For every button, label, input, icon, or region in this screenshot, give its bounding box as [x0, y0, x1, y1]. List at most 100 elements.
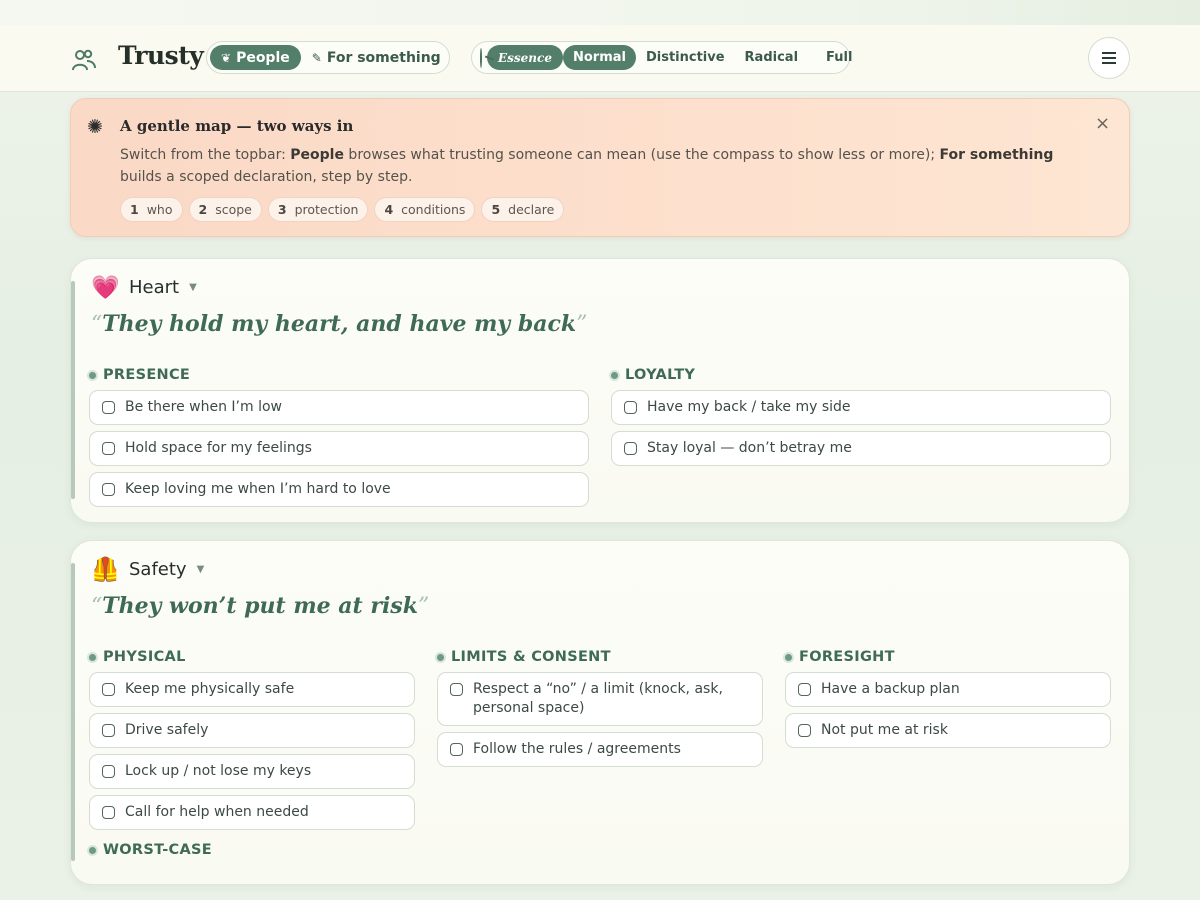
group-label-text: PHYSICAL [103, 649, 186, 665]
option-item[interactable]: Be there when I’m low [89, 390, 589, 425]
topbar: Trusty ❦ People ✎ For something Essence … [0, 25, 1200, 92]
option-item[interactable]: Follow the rules / agreements [437, 732, 763, 767]
level-full-button[interactable]: Full [816, 45, 862, 70]
banner-text-part: browses what trusting someone can mean (… [343, 147, 940, 163]
option-item[interactable]: Lock up / not lose my keys [89, 754, 415, 789]
sparkle-icon: ✺ [87, 116, 103, 138]
checkbox[interactable] [624, 401, 637, 414]
menu-button[interactable] [1088, 37, 1130, 79]
banner-bold-people: People [290, 147, 344, 163]
checkbox[interactable] [624, 442, 637, 455]
option-label: Be there when I’m low [125, 399, 282, 415]
checkbox[interactable] [102, 724, 115, 737]
step-number: 3 [277, 202, 287, 217]
chevron-down-icon[interactable]: ▼ [197, 564, 205, 575]
group-label-text: LIMITS & CONSENT [451, 649, 611, 665]
mode-people-button[interactable]: ❦ People [210, 45, 301, 70]
step-label: scope [215, 202, 252, 217]
checkbox[interactable] [450, 683, 463, 696]
safety-card-title: Safety [129, 559, 187, 580]
top-strip [0, 0, 1200, 25]
level-essence-button[interactable]: Essence [487, 45, 563, 70]
banner-text-part: Switch from the topbar: [120, 147, 291, 163]
step-who[interactable]: 1 who [120, 197, 183, 222]
option-item[interactable]: Have my back / take my side [611, 390, 1111, 425]
option-item[interactable]: Keep loving me when I’m hard to love [89, 472, 589, 507]
group-label-text: LOYALTY [625, 367, 696, 383]
card-accent-bar [71, 281, 75, 499]
option-label: Have a backup plan [821, 681, 960, 697]
heart-icon: 💗 [91, 275, 120, 301]
option-label: Hold space for my feelings [125, 440, 312, 456]
safety-quote: “They won’t put me at risk” [91, 593, 429, 619]
group-foresight: FORESIGHT Have a backup plan Not put me … [783, 648, 1111, 754]
card-accent-bar [71, 563, 75, 861]
heart-card-header[interactable]: 💗 Heart ▼ [91, 274, 197, 301]
group-dot-icon [87, 369, 98, 381]
checkbox[interactable] [102, 806, 115, 819]
quote-mark: ” [417, 594, 430, 619]
step-conditions[interactable]: 4 conditions [374, 197, 476, 222]
group-dot-icon [609, 369, 620, 381]
option-item[interactable]: Drive safely [89, 713, 415, 748]
step-scope[interactable]: 2 scope [188, 197, 262, 222]
mode-for-something-button[interactable]: ✎ For something [301, 45, 452, 70]
option-label: Keep me physically safe [125, 681, 295, 697]
checkbox[interactable] [102, 765, 115, 778]
option-label: Lock up / not lose my keys [125, 763, 312, 779]
intro-banner: ✺ A gentle map — two ways in Switch from… [70, 98, 1130, 237]
option-label: Drive safely [125, 722, 209, 738]
quote-text: They won’t put me at risk [102, 593, 418, 619]
close-icon[interactable]: × [1095, 113, 1110, 134]
group-label: LIMITS & CONSENT [435, 648, 763, 666]
option-item[interactable]: Hold space for my feelings [89, 431, 589, 466]
option-item[interactable]: Have a backup plan [785, 672, 1111, 707]
option-item[interactable]: Not put me at risk [785, 713, 1111, 748]
step-declare[interactable]: 5 declare [481, 197, 565, 222]
safety-card: 🦺 Safety ▼ “They won’t put me at risk” P… [70, 540, 1130, 885]
option-item[interactable]: Call for help when needed [89, 795, 415, 830]
people-logo-icon [72, 49, 96, 71]
option-label: Have my back / take my side [647, 399, 851, 415]
group-physical: PHYSICAL Keep me physically safe Drive s… [87, 648, 415, 836]
step-label: protection [294, 202, 359, 217]
level-radical-button[interactable]: Radical [735, 45, 808, 70]
checkbox[interactable] [798, 683, 811, 696]
checkbox[interactable] [102, 401, 115, 414]
checkbox[interactable] [102, 483, 115, 496]
group-label-text: PRESENCE [103, 367, 191, 383]
level-normal-button[interactable]: Normal [562, 45, 636, 70]
checkbox[interactable] [102, 683, 115, 696]
heart-card: 💗 Heart ▼ “They hold my heart, and have … [70, 258, 1130, 523]
checkbox[interactable] [798, 724, 811, 737]
option-item[interactable]: Keep me physically safe [89, 672, 415, 707]
step-protection[interactable]: 3 protection [267, 197, 369, 222]
checkbox[interactable] [450, 743, 463, 756]
option-label: Not put me at risk [821, 722, 948, 738]
safety-card-header[interactable]: 🦺 Safety ▼ [91, 556, 204, 583]
checkbox[interactable] [102, 442, 115, 455]
level-distinctive-button[interactable]: Distinctive [636, 45, 735, 70]
compass-icon[interactable] [480, 47, 482, 68]
group-label: PRESENCE [87, 366, 589, 384]
heart-card-title: Heart [129, 277, 180, 298]
heart-quote: “They hold my heart, and have my back” [91, 311, 587, 337]
step-number: 2 [198, 202, 208, 217]
banner-title: A gentle map — two ways in [120, 117, 354, 135]
quote-mark: ” [576, 312, 588, 337]
option-item[interactable]: Stay loyal — don’t betray me [611, 431, 1111, 466]
quote-mark: “ [91, 312, 103, 337]
option-label: Keep loving me when I’m hard to love [125, 481, 391, 497]
chevron-down-icon[interactable]: ▼ [189, 282, 197, 293]
brand-title: Trusty [118, 41, 204, 70]
option-label: Stay loyal — don’t betray me [647, 440, 852, 456]
group-loyalty: LOYALTY Have my back / take my side Stay… [609, 366, 1111, 472]
group-dot-icon [87, 651, 98, 663]
option-item[interactable]: Respect a “no” / a limit (knock, ask, pe… [437, 672, 763, 726]
step-label: who [146, 202, 173, 217]
step-number: 4 [384, 202, 394, 217]
group-label: WORST-CASE [87, 841, 415, 859]
step-number: 5 [491, 202, 501, 217]
group-label: PHYSICAL [87, 648, 415, 666]
quote-mark: “ [91, 594, 103, 619]
